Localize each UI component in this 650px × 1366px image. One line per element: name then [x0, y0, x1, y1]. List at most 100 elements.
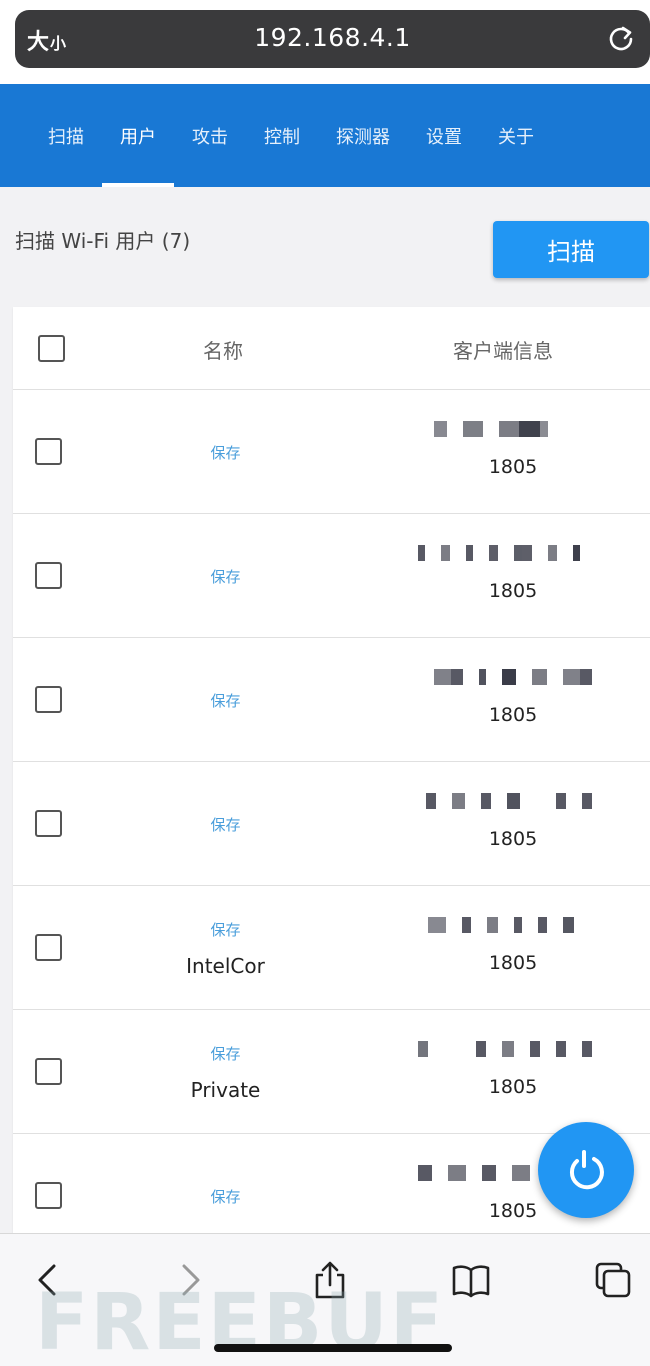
redacted-mac-address [418, 916, 608, 934]
floating-refresh-button[interactable] [538, 1122, 634, 1218]
redaction-block [513, 917, 523, 933]
client-info-cell: 1805 [408, 514, 618, 638]
redaction-block [548, 545, 558, 561]
save-link[interactable]: 保存 [210, 919, 240, 940]
client-vendor: 1805 [488, 704, 538, 726]
row-checkbox[interactable] [35, 1182, 62, 1209]
table-row: 保存 IntelCor 1805 [13, 886, 650, 1010]
row-checkbox[interactable] [35, 562, 62, 589]
select-all-checkbox[interactable] [38, 335, 65, 362]
redacted-mac-address [418, 420, 608, 438]
save-link[interactable]: 保存 [210, 1043, 240, 1064]
redaction-block [501, 669, 516, 685]
redaction-block [475, 1041, 486, 1057]
nav-tab-1[interactable]: 用户 [102, 84, 174, 187]
redaction-block [440, 545, 450, 561]
redaction-block [582, 1041, 592, 1057]
refresh-icon [569, 1150, 604, 1190]
redaction-block [556, 1041, 567, 1057]
redaction-block [418, 545, 425, 561]
redacted-mac-address [418, 792, 608, 810]
redaction-block [462, 421, 484, 437]
save-link[interactable]: 保存 [210, 442, 240, 463]
name-cell: 保存 [133, 514, 318, 638]
table-row: 保存 1805 [13, 638, 650, 762]
redaction-block [581, 793, 592, 809]
redaction-block [479, 669, 486, 685]
client-vendor: 1805 [488, 580, 538, 602]
row-checkbox[interactable] [35, 934, 62, 961]
redaction-block [507, 793, 520, 809]
redaction-block [522, 545, 533, 561]
client-info-cell: 1805 [408, 390, 618, 514]
redacted-mac-address [418, 1040, 608, 1058]
redaction-block [462, 917, 471, 933]
app-header: 扫描 用户 攻击 控制 探测器 设置 关于 [0, 84, 650, 187]
name-cell: 保存 [133, 390, 318, 514]
redaction-block [501, 1041, 515, 1057]
save-link[interactable]: 保存 [210, 566, 240, 587]
client-vendor: 1805 [488, 1076, 538, 1098]
device-name: Private [190, 1077, 261, 1102]
nav-tab-6[interactable]: 关于 [480, 84, 552, 187]
row-checkbox[interactable] [35, 686, 62, 713]
browser-top-chrome: 大 小 192.168.4.1 [0, 0, 650, 84]
redaction-block [518, 421, 540, 437]
name-cell: 保存 [133, 762, 318, 886]
redaction-block [555, 793, 566, 809]
redaction-block [465, 545, 473, 561]
table-row: 保存 1805 [13, 390, 650, 514]
redaction-block [538, 917, 548, 933]
page-title: 扫描 Wi-Fi 用户 (7) [15, 229, 191, 253]
redaction-block [480, 793, 491, 809]
save-link[interactable]: 保存 [210, 1186, 240, 1207]
client-vendor: 1805 [488, 952, 538, 974]
reload-icon[interactable] [606, 24, 636, 54]
address-bar[interactable]: 大 小 192.168.4.1 [15, 10, 650, 68]
table-row: 保存 Private 1805 [13, 1010, 650, 1134]
nav-tabs: 扫描 用户 攻击 控制 探测器 设置 关于 [30, 84, 552, 187]
column-header-client-info: 客户端信息 [453, 339, 553, 363]
row-checkbox[interactable] [35, 810, 62, 837]
scan-button[interactable]: 扫描 [493, 221, 649, 278]
url-text[interactable]: 192.168.4.1 [15, 23, 650, 52]
row-checkbox[interactable] [35, 438, 62, 465]
redaction-block [426, 793, 437, 809]
nav-tab-0[interactable]: 扫描 [30, 84, 102, 187]
redacted-mac-address [418, 544, 608, 562]
name-cell: 保存 [133, 638, 318, 762]
device-name: IntelCor [186, 953, 265, 978]
redaction-block [448, 1165, 466, 1181]
redaction-block [562, 669, 581, 685]
book-icon[interactable] [451, 1260, 491, 1300]
client-info-cell: 1805 [408, 762, 618, 886]
redaction-block [514, 545, 523, 561]
save-link[interactable]: 保存 [210, 690, 240, 711]
name-cell: 保存 Private [133, 1010, 318, 1134]
save-link[interactable]: 保存 [210, 814, 240, 835]
nav-tab-2[interactable]: 攻击 [174, 84, 246, 187]
redaction-block [512, 1165, 530, 1181]
redaction-block [482, 1165, 496, 1181]
tabs-icon[interactable] [593, 1260, 633, 1300]
redaction-block [573, 545, 580, 561]
home-indicator [214, 1344, 452, 1352]
nav-tab-3[interactable]: 控制 [246, 84, 318, 187]
redaction-block [488, 545, 499, 561]
redaction-block [434, 669, 452, 685]
redacted-mac-address [418, 668, 608, 686]
redaction-block [452, 793, 465, 809]
redaction-block [530, 1041, 541, 1057]
watermark-logo: FREEBUF [35, 1278, 445, 1366]
redaction-block [499, 421, 519, 437]
redaction-block [418, 1165, 432, 1181]
row-checkbox[interactable] [35, 1058, 62, 1085]
users-table: 名称 客户端信息 保存 1805 保存 1805 保存 1805 保存 1805 保存 Intel… [13, 307, 650, 1233]
nav-tab-5[interactable]: 设置 [408, 84, 480, 187]
nav-tab-4[interactable]: 探测器 [318, 84, 408, 187]
name-cell: 保存 IntelCor [133, 886, 318, 1010]
client-vendor: 1805 [488, 828, 538, 850]
table-header: 名称 客户端信息 [13, 307, 650, 390]
column-header-name: 名称 [203, 339, 243, 363]
redaction-block [434, 421, 447, 437]
